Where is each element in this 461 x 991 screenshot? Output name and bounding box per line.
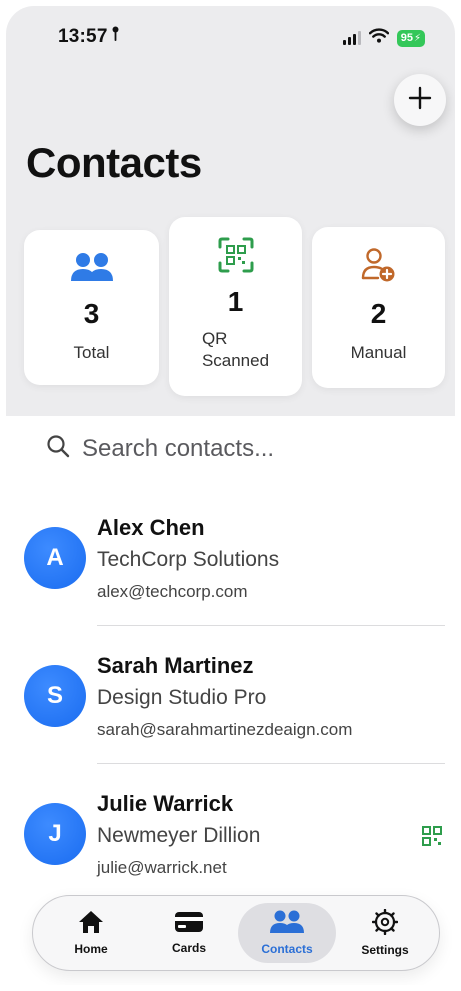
contact-row[interactable]: A Alex Chen TechCorp Solutions alex@tech… xyxy=(6,506,455,641)
cellular-signal-icon xyxy=(342,31,361,45)
contact-email: sarah@sarahmartinezdeaign.com xyxy=(97,720,353,739)
stat-value: 3 xyxy=(83,298,100,329)
search-input[interactable] xyxy=(82,434,402,463)
plus-icon xyxy=(407,85,433,116)
stat-label: QR Scanned xyxy=(201,329,270,371)
status-time: 13:57 xyxy=(58,26,119,48)
avatar: J xyxy=(24,803,86,865)
stat-card-qr-scanned[interactable]: 1 QR Scanned xyxy=(169,217,302,396)
wifi-icon xyxy=(368,28,389,48)
person-add-icon xyxy=(361,247,397,288)
qr-scan-icon xyxy=(218,237,254,278)
contact-company: Design Studio Pro xyxy=(97,686,267,709)
stat-card-manual[interactable]: 2 Manual xyxy=(312,227,445,388)
tab-home[interactable]: Home xyxy=(42,903,140,963)
stat-card-total[interactable]: 3 Total xyxy=(24,230,159,385)
tab-label: Cards xyxy=(171,941,206,955)
tab-cards[interactable]: Cards xyxy=(140,903,238,963)
contact-row[interactable]: S Sarah Martinez Design Studio Pro sarah… xyxy=(6,644,455,779)
stat-label: Total xyxy=(73,343,110,362)
row-divider xyxy=(97,625,445,626)
qr-scanned-icon xyxy=(422,826,442,851)
search-bar[interactable] xyxy=(46,434,402,463)
row-divider xyxy=(97,763,445,764)
contact-email: julie@warrick.net xyxy=(97,858,227,877)
tab-bar: Home Cards Contacts Settings xyxy=(32,895,440,971)
contact-name: Sarah Martinez xyxy=(97,653,254,678)
tab-settings[interactable]: Settings xyxy=(336,903,434,963)
contact-name: Alex Chen xyxy=(97,515,205,540)
card-icon xyxy=(174,911,204,938)
tab-label: Contacts xyxy=(261,942,313,956)
people-icon xyxy=(270,910,304,939)
house-icon xyxy=(78,910,104,939)
tab-label: Home xyxy=(74,942,108,956)
people-icon xyxy=(70,251,114,288)
contacts-screen: 13:57 95 ⚡ Contacts 3 Total 1 QR Scanned… xyxy=(6,6,455,985)
stat-value: 2 xyxy=(370,298,387,329)
contact-company: Newmeyer Dillion xyxy=(97,824,261,847)
stat-label: Manual xyxy=(350,343,407,362)
location-pin-icon xyxy=(112,26,119,48)
avatar: S xyxy=(24,665,86,727)
stat-value: 1 xyxy=(227,286,244,317)
battery-indicator: 95 ⚡ xyxy=(396,29,425,47)
contact-email: alex@techcorp.com xyxy=(97,582,248,601)
contact-name: Julie Warrick xyxy=(97,791,234,816)
avatar: A xyxy=(24,527,86,589)
status-icons: 95 ⚡ xyxy=(342,28,425,48)
tab-contacts[interactable]: Contacts xyxy=(238,903,336,963)
search-icon xyxy=(46,434,70,463)
gear-icon xyxy=(371,908,399,940)
add-contact-button[interactable] xyxy=(394,74,446,126)
contact-company: TechCorp Solutions xyxy=(97,548,280,571)
charging-bolt-icon: ⚡ xyxy=(413,32,421,44)
page-title: Contacts xyxy=(26,139,202,186)
tab-label: Settings xyxy=(361,943,409,957)
